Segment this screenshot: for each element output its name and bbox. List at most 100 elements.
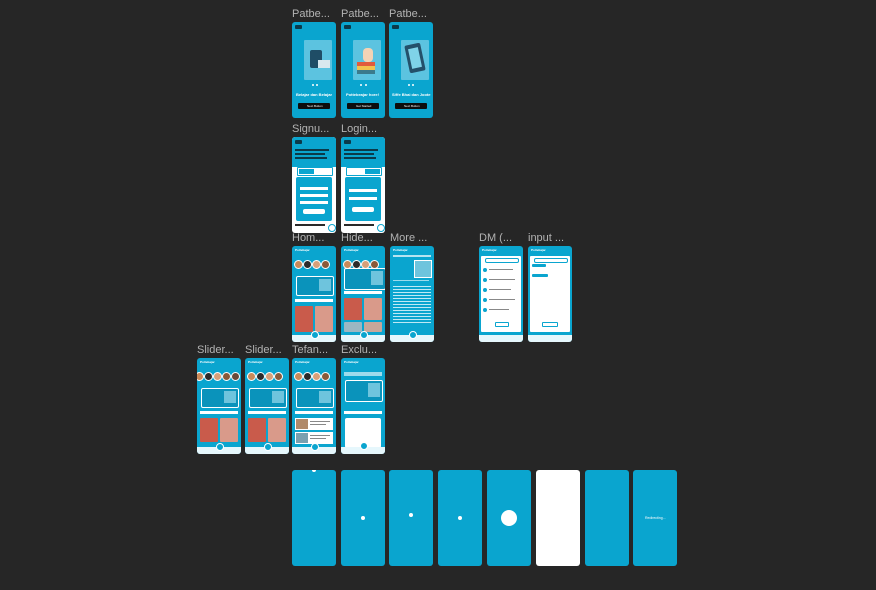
content-card[interactable] — [344, 298, 362, 320]
trending-card[interactable] — [201, 388, 239, 408]
story-avatar[interactable] — [247, 372, 256, 381]
story-avatar[interactable] — [321, 260, 330, 269]
auth-tabs[interactable] — [297, 167, 333, 176]
content-card[interactable] — [248, 418, 266, 442]
content-card[interactable] — [295, 306, 313, 332]
auth-tabs[interactable] — [346, 167, 382, 176]
dm-list[interactable] — [481, 256, 521, 332]
frame-home[interactable]: Pottebajar — [292, 246, 336, 342]
story-avatar[interactable] — [222, 372, 231, 381]
frame-splash-7[interactable] — [585, 470, 629, 566]
story-avatar[interactable] — [294, 260, 303, 269]
frame-onboarding-1[interactable]: Belajar dan Belajar Next Button — [292, 22, 336, 118]
frame-label-slider-2[interactable]: Slider... — [245, 344, 282, 357]
trending-card[interactable] — [296, 388, 334, 408]
content-card[interactable] — [268, 418, 286, 442]
signup-form[interactable] — [296, 177, 332, 221]
content-card[interactable] — [315, 306, 333, 332]
help-icon[interactable] — [328, 224, 336, 232]
input-panel[interactable] — [530, 256, 570, 332]
frame-splash-2[interactable] — [341, 470, 385, 566]
frame-splash-4[interactable] — [438, 470, 482, 566]
frame-label-exclu[interactable]: Exclu... — [341, 344, 377, 357]
frame-label-more[interactable]: More ... — [390, 232, 427, 245]
story-avatar[interactable] — [265, 372, 274, 381]
category-chips[interactable] — [344, 411, 382, 414]
story-avatar[interactable] — [303, 372, 312, 381]
bottom-nav[interactable] — [528, 335, 572, 342]
frame-splash-1[interactable] — [292, 470, 336, 566]
content-card[interactable] — [364, 298, 382, 320]
fab-button[interactable] — [311, 331, 319, 339]
loading-dot — [312, 470, 316, 472]
fab-button[interactable] — [409, 331, 417, 339]
frame-exclu[interactable]: Pottebajar — [341, 358, 385, 454]
frame-label-input[interactable]: input ... — [528, 232, 564, 245]
frame-label-tefan[interactable]: Tefan... — [292, 344, 328, 357]
category-chips[interactable] — [248, 411, 286, 414]
story-avatar[interactable] — [303, 260, 312, 269]
frame-tefan[interactable]: Pottebajar — [292, 358, 336, 454]
story-avatar[interactable] — [321, 372, 330, 381]
frame-dm[interactable]: Pottebajar — [479, 246, 523, 342]
frame-slider-2[interactable]: Pottebajar — [245, 358, 289, 454]
trending-card[interactable] — [345, 380, 383, 402]
story-avatar[interactable] — [231, 372, 240, 381]
trending-card[interactable] — [296, 276, 334, 296]
frame-label-onboarding-3[interactable]: Patbe... — [389, 8, 427, 21]
frame-splash-3[interactable] — [389, 470, 433, 566]
frame-label-home[interactable]: Hom... — [292, 232, 324, 245]
category-chips[interactable] — [295, 299, 333, 302]
content-card[interactable] — [220, 418, 238, 442]
logo-icon — [392, 25, 399, 29]
fab-button[interactable] — [311, 443, 319, 451]
trending-card[interactable] — [344, 268, 385, 290]
fab-button[interactable] — [360, 442, 368, 450]
frame-login[interactable] — [341, 137, 385, 233]
frame-splash-5[interactable] — [487, 470, 531, 566]
trending-card[interactable] — [249, 388, 287, 408]
get-started-button[interactable]: Get Started — [347, 103, 379, 109]
frame-splash-8[interactable]: Redirecting... — [633, 470, 677, 566]
story-avatar[interactable] — [312, 372, 321, 381]
next-button[interactable]: Next Button — [298, 103, 330, 109]
frame-label-onboarding-2[interactable]: Patbe... — [341, 8, 379, 21]
frame-label-slider-1[interactable]: Slider... — [197, 344, 234, 357]
frame-hide[interactable]: Pottebajar — [341, 246, 385, 342]
frame-onboarding-2[interactable]: Pottebeajar hore! Get Started — [341, 22, 385, 118]
story-avatar[interactable] — [312, 260, 321, 269]
content-card[interactable] — [344, 322, 362, 332]
frame-label-onboarding-1[interactable]: Patbe... — [292, 8, 330, 21]
frame-label-signup[interactable]: Signu... — [292, 123, 329, 136]
frame-more[interactable]: Pottebajar — [390, 246, 434, 342]
frame-label-dm[interactable]: DM (... — [479, 232, 512, 245]
fab-button[interactable] — [360, 331, 368, 339]
help-icon[interactable] — [377, 224, 385, 232]
frame-slider-1[interactable]: Pottebajar — [197, 358, 241, 454]
next-button[interactable]: Next Button — [395, 103, 427, 109]
story-avatar[interactable] — [256, 372, 265, 381]
category-chips[interactable] — [344, 291, 382, 294]
search-input[interactable] — [534, 258, 568, 263]
content-card[interactable] — [200, 418, 218, 442]
login-form[interactable] — [345, 177, 381, 221]
frame-onboarding-3[interactable]: Siffe Bhai dan Joote Next Button — [389, 22, 433, 118]
frame-label-login[interactable]: Login... — [341, 123, 377, 136]
content-card[interactable] — [364, 322, 382, 332]
story-avatar[interactable] — [294, 372, 303, 381]
frame-input[interactable]: Pottebajar — [528, 246, 572, 342]
category-chips[interactable] — [295, 411, 333, 414]
fab-button[interactable] — [264, 443, 272, 451]
story-avatar[interactable] — [274, 372, 283, 381]
frame-signup[interactable] — [292, 137, 336, 233]
category-chips[interactable] — [200, 411, 238, 414]
story-avatar[interactable] — [213, 372, 222, 381]
search-input[interactable] — [485, 258, 519, 263]
fab-button[interactable] — [216, 443, 224, 451]
frame-label-hide[interactable]: Hide... — [341, 232, 373, 245]
frame-splash-6[interactable] — [536, 470, 580, 566]
bottom-nav[interactable] — [479, 335, 523, 342]
list-item[interactable] — [295, 418, 333, 430]
story-avatar[interactable] — [197, 372, 204, 381]
story-avatar[interactable] — [204, 372, 213, 381]
